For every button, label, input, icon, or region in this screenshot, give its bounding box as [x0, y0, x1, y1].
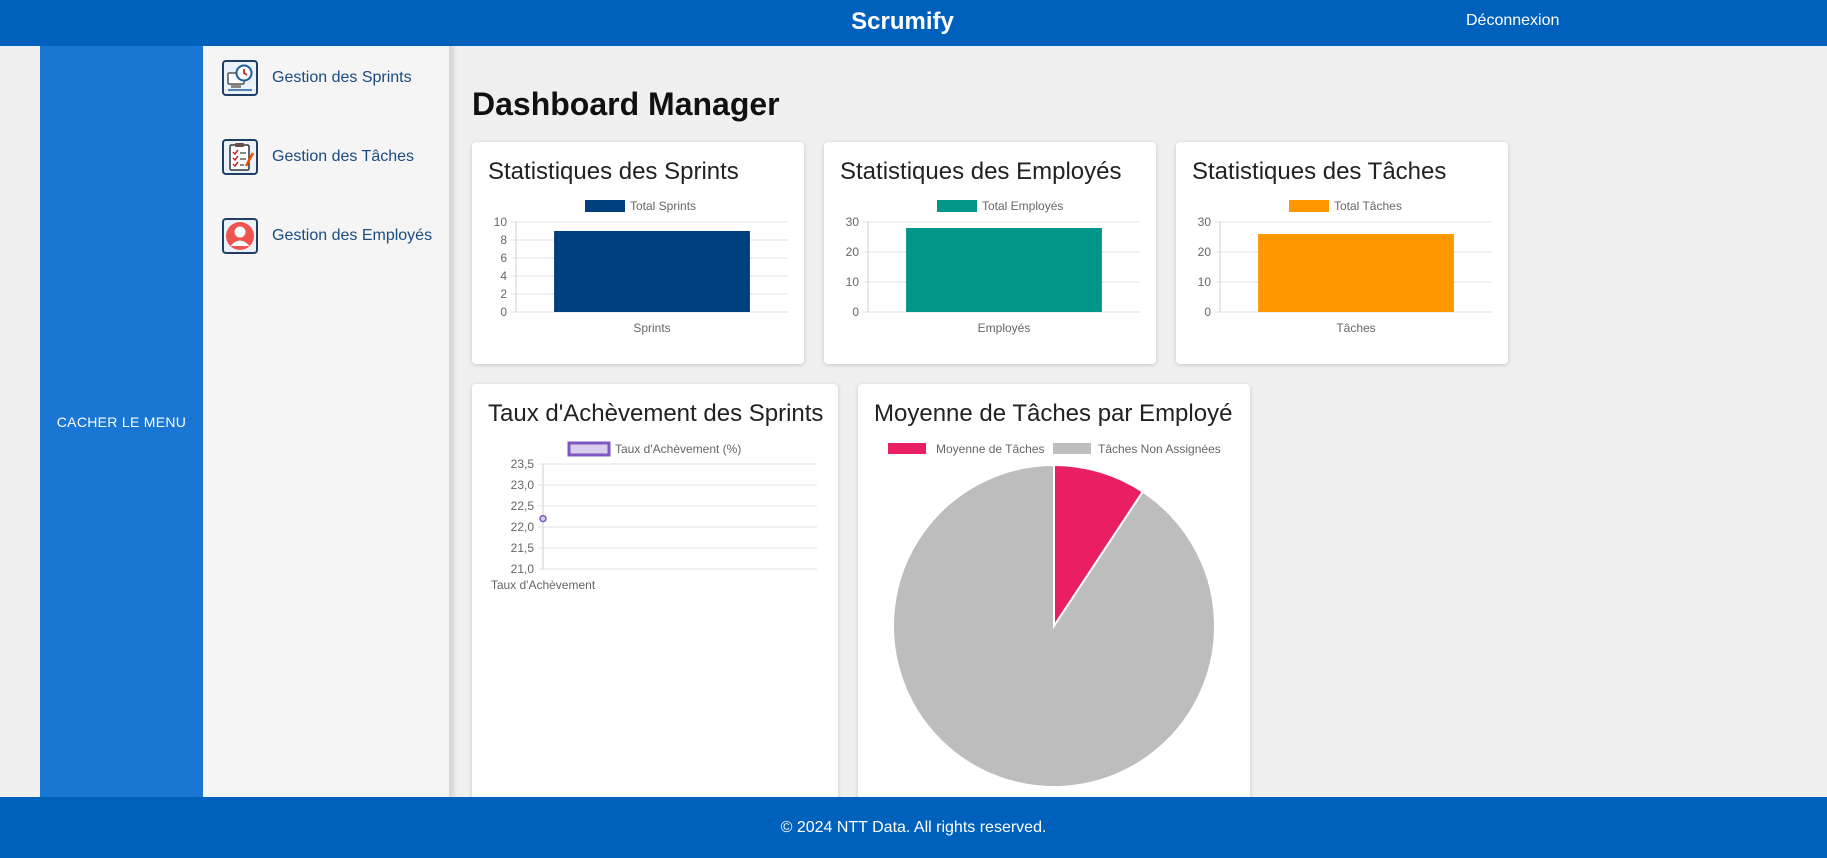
card-sprints: Statistiques des Sprints Total Sprints 0 2… [472, 142, 804, 364]
moyenne-pie-chart: Moyenne de Tâches Tâches Non Assignées [888, 442, 1221, 788]
y-tick-label: 20 [846, 245, 860, 259]
bar [554, 231, 750, 312]
page-title: Dashboard Manager [472, 86, 780, 122]
x-tick-label: Tâches [1336, 321, 1375, 335]
legend-label: Moyenne de Tâches [936, 442, 1045, 456]
legend-label: Total Employés [982, 199, 1063, 213]
bar [1258, 234, 1454, 312]
x-tick-label: Taux d'Achèvement [491, 578, 596, 592]
legend-label: Total Tâches [1334, 199, 1402, 213]
card-taches: Statistiques des Tâches Total Tâches 0 10 2… [1176, 142, 1508, 364]
taches-bar-chart: Total Tâches 0 10 20 30 Tâches [1198, 199, 1492, 335]
menu-item-label: Gestion des Sprints [272, 69, 412, 86]
y-tick-label: 20 [1198, 245, 1212, 259]
employee-avatar-icon [222, 218, 258, 254]
side-menu: Gestion des Sprints Gestion des Tâches G… [203, 46, 451, 797]
legend-swatch [888, 443, 926, 454]
bar [906, 228, 1102, 312]
menu-item-sprints[interactable]: Gestion des Sprints [222, 60, 412, 96]
logout-link[interactable]: Déconnexion [1466, 0, 1559, 44]
hide-menu-button[interactable]: CACHER LE MENU [40, 46, 203, 797]
pie-slice [892, 463, 1216, 788]
y-tick-label: 2 [500, 287, 507, 301]
y-tick-label: 10 [846, 275, 860, 289]
y-tick-label: 10 [494, 215, 508, 229]
card-moyenne: Moyenne de Tâches par Employé Moyenne de… [858, 384, 1250, 804]
legend-swatch [585, 200, 625, 212]
achevement-line-chart: Taux d'Achèvement (%) 21,0 21,5 22,0 22,5 23,… [491, 441, 817, 592]
clipboard-checklist-icon [222, 139, 258, 175]
x-tick-label: Sprints [633, 321, 670, 335]
legend-swatch [1289, 200, 1329, 212]
footer-copyright: © 2024 NTT Data. All rights reserved. [780, 819, 1047, 836]
legend-label: Tâches Non Assignées [1098, 442, 1221, 456]
y-tick-label: 21,0 [511, 562, 535, 576]
legend-label: Taux d'Achèvement (%) [615, 442, 741, 456]
x-tick-label: Employés [978, 321, 1031, 335]
card-employes: Statistiques des Employés Total Employés… [824, 142, 1156, 364]
y-tick-label: 0 [1204, 305, 1211, 319]
y-tick-label: 22,5 [511, 499, 535, 513]
y-tick-label: 0 [852, 305, 859, 319]
y-tick-label: 10 [1198, 275, 1212, 289]
y-tick-label: 30 [1198, 215, 1212, 229]
menu-item-taches[interactable]: Gestion des Tâches [222, 139, 414, 175]
sprints-bar-chart: Total Sprints 0 2 4 6 8 10 Sprints [494, 199, 788, 335]
y-tick-label: 8 [500, 233, 507, 247]
y-tick-label: 4 [500, 269, 507, 283]
menu-item-employes[interactable]: Gestion des Employés [222, 218, 432, 254]
menu-item-label: Gestion des Tâches [272, 148, 415, 165]
legend-swatch [937, 200, 977, 212]
menu-item-label: Gestion des Employés [272, 227, 433, 244]
y-tick-label: 21,5 [511, 541, 535, 555]
y-tick-label: 23,0 [511, 478, 535, 492]
dashboard-main: Dashboard Manager Statistiques des Sprin… [453, 46, 1827, 804]
footer: © 2024 NTT Data. All rights reserved. [0, 797, 1827, 858]
top-navbar: Scrumify Déconnexion [0, 0, 1827, 46]
sprint-clock-icon [222, 60, 258, 96]
hide-menu-label: CACHER LE MENU [56, 413, 187, 430]
sidebar-gutter [0, 46, 40, 797]
y-tick-label: 23,5 [511, 457, 535, 471]
legend-swatch [1053, 443, 1091, 454]
legend-swatch [567, 441, 611, 457]
legend-label: Total Sprints [630, 199, 696, 213]
employes-bar-chart: Total Employés 0 10 20 30 Employés [846, 199, 1140, 335]
y-tick-label: 30 [846, 215, 860, 229]
y-tick-label: 0 [500, 305, 507, 319]
card-achevement: Taux d'Achèvement des Sprints Taux d'Ach… [472, 384, 838, 804]
data-point [539, 514, 547, 523]
y-tick-label: 6 [500, 251, 507, 265]
y-tick-label: 22,0 [511, 520, 535, 534]
